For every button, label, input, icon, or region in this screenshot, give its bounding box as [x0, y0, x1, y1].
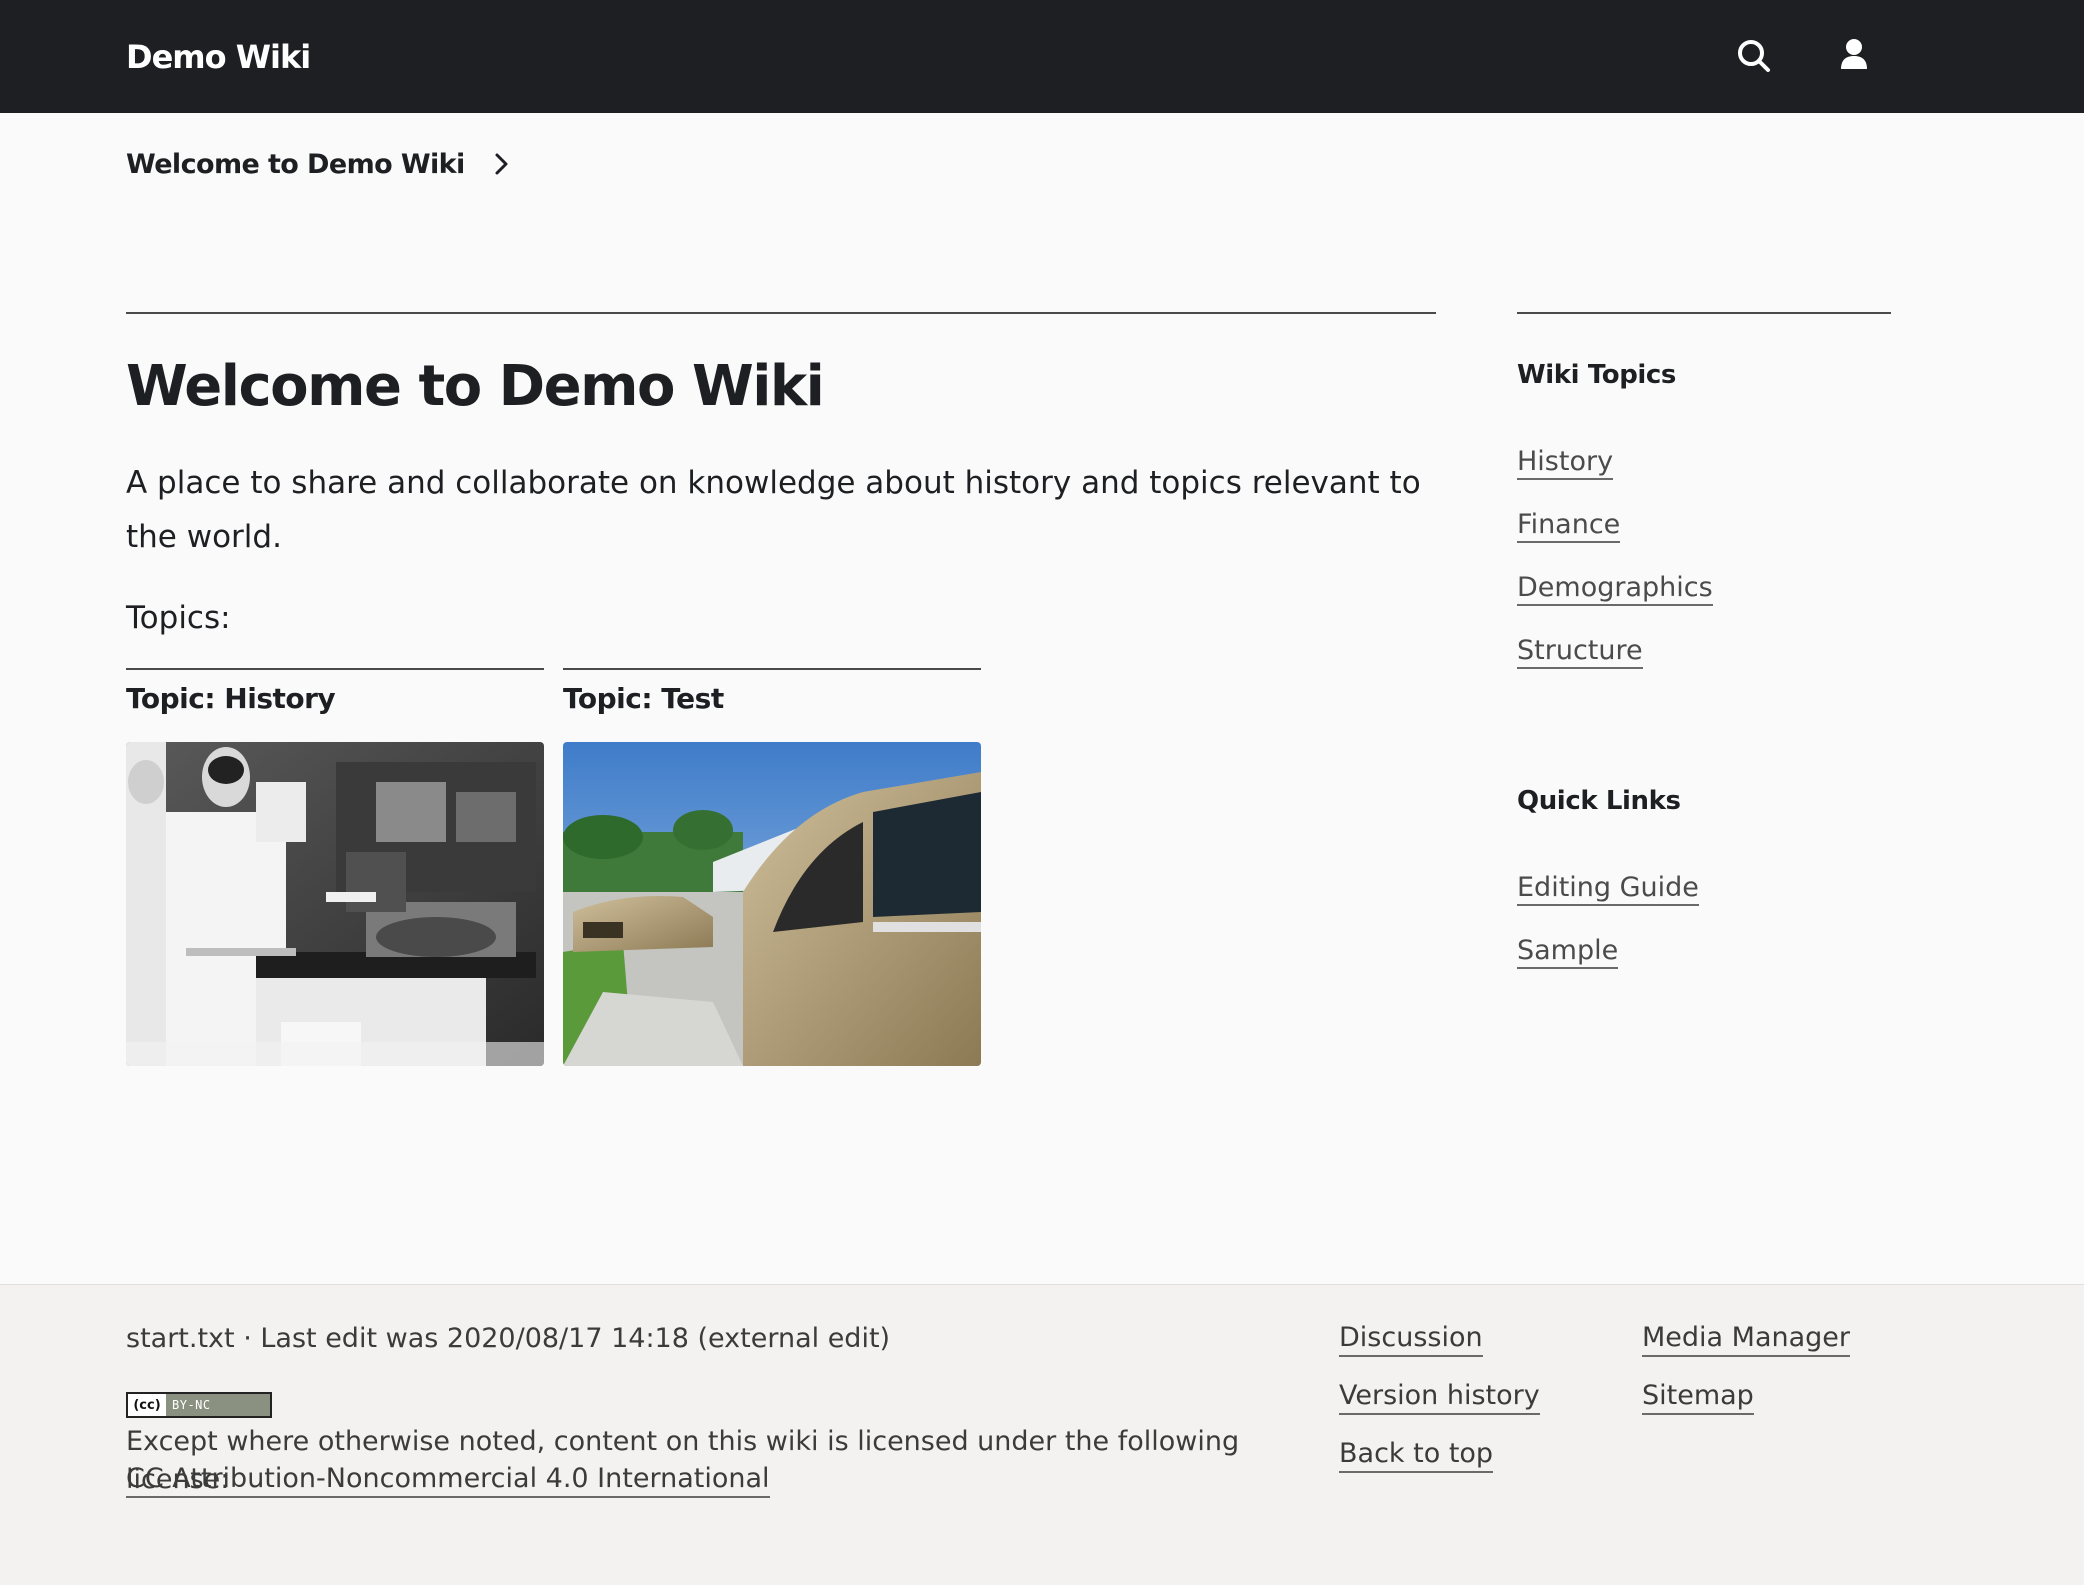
- card-divider: [563, 668, 981, 670]
- card-title[interactable]: Topic: Test: [563, 682, 981, 722]
- wiki-topics-heading: Wiki Topics: [1517, 360, 1677, 390]
- sidebar-link-structure[interactable]: Structure: [1517, 635, 1643, 669]
- site-footer: start.txt · Last edit was 2020/08/17 14:…: [0, 1284, 2084, 1585]
- breadcrumb: Welcome to Demo Wiki: [126, 146, 513, 182]
- sidebar-link-history[interactable]: History: [1517, 446, 1614, 480]
- sidebar-link-sample[interactable]: Sample: [1517, 935, 1619, 969]
- page-title: Welcome to Demo Wiki: [126, 354, 825, 419]
- sidebar-link-editing-guide[interactable]: Editing Guide: [1517, 872, 1699, 906]
- license-link[interactable]: CC Attribution-Noncommercial 4.0 Interna…: [126, 1462, 770, 1498]
- divider: [126, 312, 1436, 314]
- card-title[interactable]: Topic: History: [126, 682, 544, 722]
- footer-link-back-to-top[interactable]: Back to top: [1339, 1437, 1494, 1473]
- divider: [1517, 312, 1891, 314]
- sidebar-link-finance[interactable]: Finance: [1517, 509, 1621, 543]
- topics-label: Topics:: [126, 600, 231, 636]
- site-title-link[interactable]: Demo Wiki: [126, 38, 311, 76]
- topic-card-test: Topic: Test: [563, 668, 981, 1066]
- test-topic-image[interactable]: [563, 742, 981, 1066]
- quick-links-heading: Quick Links: [1517, 786, 1681, 816]
- sidebar-link-demographics[interactable]: Demographics: [1517, 572, 1713, 606]
- page-meta: start.txt · Last edit was 2020/08/17 14:…: [126, 1323, 891, 1354]
- search-icon[interactable]: [1734, 36, 1774, 76]
- card-divider: [126, 668, 544, 670]
- user-icon[interactable]: [1834, 36, 1874, 76]
- history-topic-image[interactable]: [126, 742, 544, 1066]
- cc-license-badge[interactable]: (cc) BY-NC: [126, 1392, 272, 1418]
- chevron-right-icon: [491, 151, 513, 177]
- breadcrumb-item-home[interactable]: Welcome to Demo Wiki: [126, 149, 465, 180]
- footer-link-media-manager[interactable]: Media Manager: [1642, 1321, 1851, 1357]
- footer-link-discussion[interactable]: Discussion: [1339, 1321, 1483, 1357]
- cc-badge-label: BY-NC: [166, 1394, 270, 1416]
- cc-icon: (cc): [128, 1394, 166, 1416]
- topic-card-history: Topic: History: [126, 668, 544, 1066]
- site-header: Demo Wiki: [0, 0, 2084, 113]
- footer-link-sitemap[interactable]: Sitemap: [1642, 1379, 1754, 1415]
- footer-link-version-history[interactable]: Version history: [1339, 1379, 1540, 1415]
- intro-paragraph: A place to share and collaborate on know…: [126, 465, 1421, 555]
